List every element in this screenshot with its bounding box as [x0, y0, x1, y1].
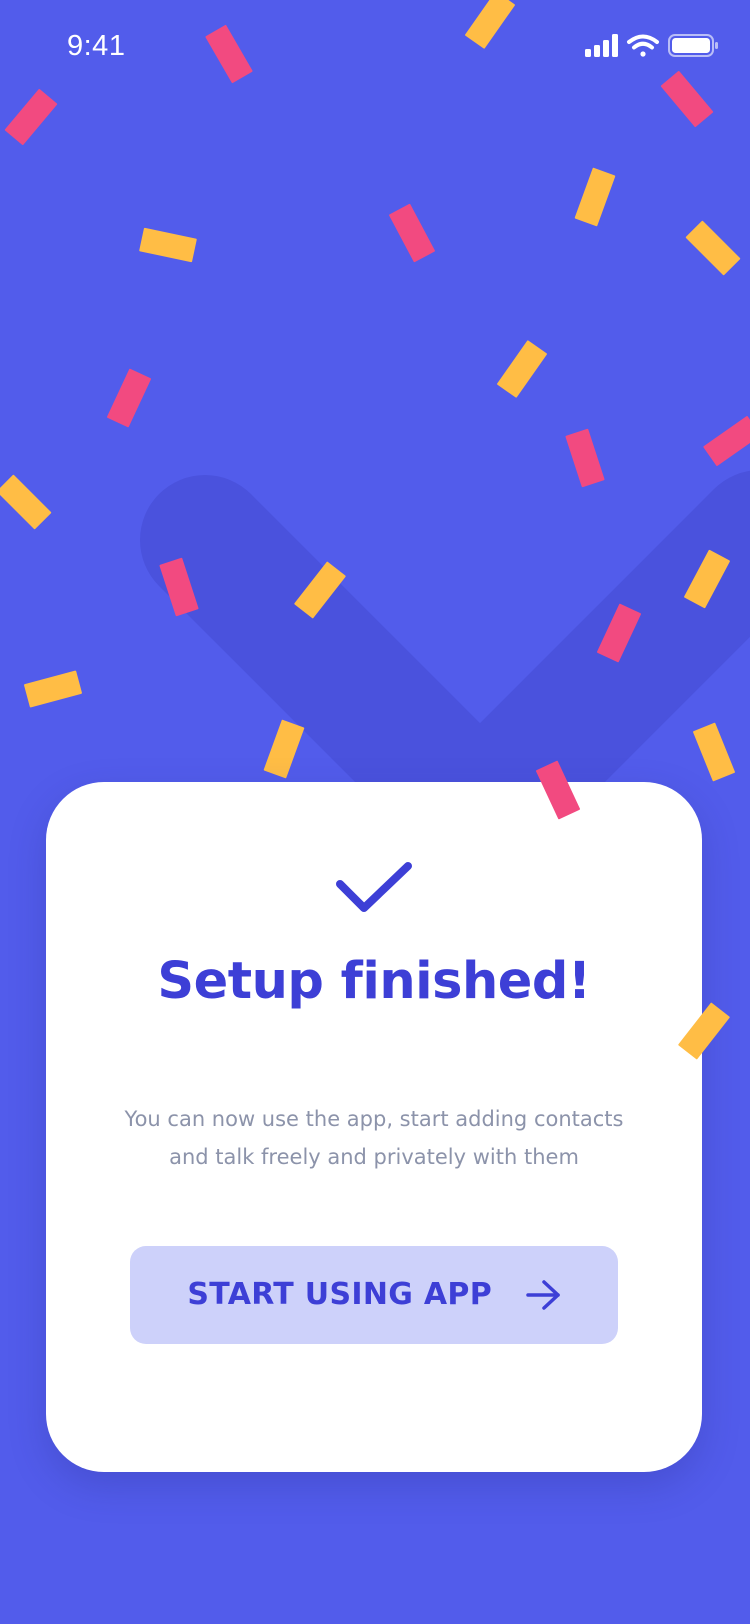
- confetti-piece: [139, 227, 197, 263]
- confetti-piece: [692, 722, 736, 782]
- setup-finished-card: Setup finished! You can now use the app,…: [46, 782, 702, 1472]
- confetti-piece: [683, 549, 731, 609]
- subtitle-line-1: You can now use the app, start adding co…: [124, 1107, 624, 1131]
- start-using-app-button[interactable]: START USING APP: [130, 1246, 618, 1344]
- confetti-piece: [496, 339, 548, 399]
- confetti-piece: [703, 415, 750, 467]
- confetti-piece: [23, 670, 83, 708]
- confetti-piece: [574, 167, 616, 227]
- confetti-piece: [565, 428, 605, 488]
- confetti-piece: [293, 561, 347, 619]
- subtitle-line-2: and talk freely and privately with them: [169, 1145, 579, 1169]
- confetti-piece: [0, 474, 52, 530]
- confetti-piece: [4, 88, 58, 146]
- confetti-piece: [660, 70, 714, 128]
- confetti-piece: [464, 0, 516, 50]
- arrow-right-icon: [526, 1280, 560, 1310]
- confetti-piece: [263, 719, 305, 779]
- subtitle-text: You can now use the app, start adding co…: [86, 1100, 662, 1176]
- confetti-piece: [596, 603, 642, 663]
- confetti-piece: [685, 220, 741, 276]
- confetti-piece: [205, 24, 253, 84]
- confetti-piece: [159, 557, 199, 617]
- checkmark-icon: [336, 862, 412, 912]
- start-button-label: START USING APP: [187, 1277, 492, 1312]
- page-title: Setup finished!: [157, 952, 591, 1011]
- confetti-piece: [388, 203, 436, 263]
- confetti-piece: [106, 368, 152, 428]
